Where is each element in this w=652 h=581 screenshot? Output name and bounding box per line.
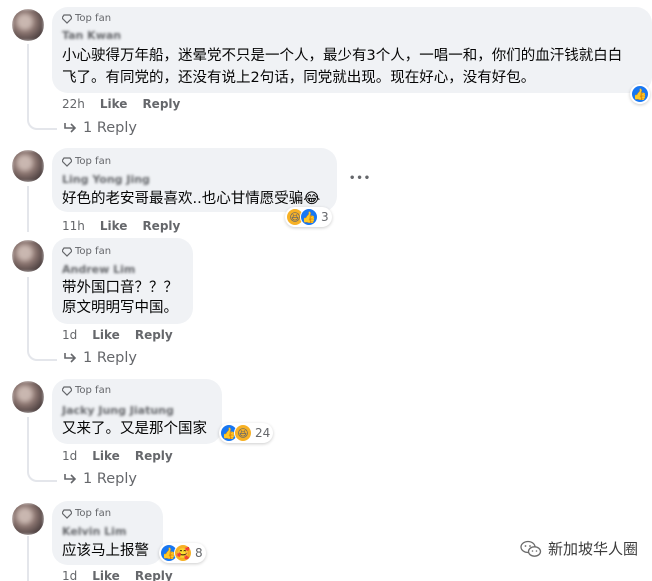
badge-label: Top fan	[75, 13, 112, 24]
commenter-name[interactable]: Tan Kwan	[62, 29, 121, 42]
reaction-count: 8	[195, 546, 203, 560]
watermark-text: 新加坡华人圈	[547, 540, 638, 558]
thread-line	[27, 186, 29, 232]
reaction-summary[interactable]: 👍	[630, 84, 650, 104]
reply-button[interactable]: Reply	[135, 569, 173, 581]
reply-button[interactable]: Reply	[135, 328, 173, 342]
top-fan-badge: Top fan	[62, 508, 111, 519]
avatar[interactable]	[12, 503, 44, 535]
top-fan-badge: Top fan	[62, 385, 111, 396]
avatar[interactable]	[12, 240, 44, 272]
comment-time[interactable]: 1d	[62, 449, 77, 463]
haha-reaction-icon: 😆	[234, 424, 252, 442]
like-button[interactable]: Like	[100, 219, 128, 233]
commenter-name[interactable]: Jacky Jung Jiatung	[62, 404, 174, 417]
reply-button[interactable]: Reply	[142, 219, 180, 233]
comment-time[interactable]: 1d	[62, 328, 77, 342]
comment-bubble: Top fan Jacky Jung Jiatung 又来了。又是那个国家	[52, 379, 222, 444]
comment-text-line: 原文明明写中国。	[62, 300, 178, 316]
comment-time[interactable]: 11h	[62, 219, 85, 233]
comment-text-line: 带外国口音？？？	[62, 280, 178, 296]
comment-bubble: Top fan Kelvin Lim 应该马上报警	[52, 501, 163, 565]
badge-label: Top fan	[75, 508, 112, 519]
like-reaction-icon: 👍	[631, 85, 649, 103]
badge-label: Top fan	[75, 385, 112, 396]
comment-meta: 1d Like Reply	[62, 449, 173, 463]
comment-time[interactable]: 1d	[62, 569, 77, 581]
like-reaction-icon: 👍	[300, 208, 318, 226]
top-fan-diamond-icon	[62, 508, 72, 519]
commenter-name[interactable]: Andrew Lim	[62, 263, 135, 276]
wechat-icon	[520, 540, 542, 557]
commenter-name[interactable]: Ling Yong Jing	[62, 173, 150, 186]
top-fan-diamond-icon	[62, 385, 72, 396]
care-reaction-icon: 🥰	[174, 544, 192, 562]
comment-text-line: 又来了。又是那个国家	[62, 421, 207, 437]
badge-label: Top fan	[75, 156, 112, 167]
replies-count: 1 Reply	[83, 471, 137, 487]
avatar[interactable]	[12, 381, 44, 413]
view-replies-button[interactable]: 1 Reply	[63, 471, 137, 487]
commenter-name[interactable]: Kelvin Lim	[62, 525, 126, 538]
comment-meta: 22h Like Reply	[62, 97, 180, 111]
watermark: 新加坡华人圈	[520, 538, 638, 559]
comment-bubble: Top fan Tan Kwan 小心驶得万年船，迷晕党不只是一个人，最少有3个…	[52, 7, 652, 93]
comment-meta: 1d Like Reply	[62, 569, 173, 581]
reaction-count: 24	[255, 426, 271, 440]
more-options-icon[interactable]: •••	[349, 173, 371, 184]
comment-meta: 11h Like Reply	[62, 219, 180, 233]
top-fan-diamond-icon	[62, 246, 72, 257]
comment-text-line: 飞了。有同党的，还没有说上2句话，同党就出现。现在好心，没有好包。	[62, 70, 536, 86]
like-button[interactable]: Like	[92, 449, 120, 463]
reaction-summary[interactable]: 😆 👍 3	[285, 207, 332, 227]
like-button[interactable]: Like	[92, 569, 120, 581]
reply-button[interactable]: Reply	[142, 97, 180, 111]
badge-label: Top fan	[75, 246, 112, 257]
comment-time[interactable]: 22h	[62, 97, 85, 111]
comment-bubble: Top fan Ling Yong Jing 好色的老安哥最喜欢..也心甘情愿受…	[52, 148, 337, 212]
replies-count: 1 Reply	[83, 120, 137, 136]
comment-text-line: 应该马上报警	[62, 543, 149, 559]
comment-text-line: 好色的老安哥最喜欢..也心甘情愿受骗😂	[62, 191, 321, 207]
reaction-count: 3	[321, 210, 329, 224]
reply-arrow-icon	[64, 353, 77, 363]
reply-arrow-icon	[64, 123, 77, 133]
avatar[interactable]	[12, 9, 44, 41]
reaction-summary[interactable]: 👍 😆 24	[219, 423, 274, 443]
top-fan-diamond-icon	[62, 13, 72, 24]
reply-arrow-icon	[64, 474, 77, 484]
reaction-summary[interactable]: 👍 🥰 8	[159, 543, 206, 563]
top-fan-badge: Top fan	[62, 246, 111, 257]
comment-text-line: 小心驶得万年船，迷晕党不只是一个人，最少有3个人，一唱一和，你们的血汗钱就白白	[62, 48, 623, 64]
top-fan-diamond-icon	[62, 156, 72, 167]
comment-meta: 1d Like Reply	[62, 328, 173, 342]
top-fan-badge: Top fan	[62, 156, 111, 167]
like-button[interactable]: Like	[100, 97, 128, 111]
thread-line	[27, 536, 29, 581]
view-replies-button[interactable]: 1 Reply	[63, 120, 137, 136]
like-button[interactable]: Like	[92, 328, 120, 342]
top-fan-badge: Top fan	[62, 13, 111, 24]
avatar[interactable]	[12, 150, 44, 182]
comment-bubble: Top fan Andrew Lim 带外国口音？？？ 原文明明写中国。	[52, 238, 193, 324]
reply-button[interactable]: Reply	[135, 449, 173, 463]
view-replies-button[interactable]: 1 Reply	[63, 350, 137, 366]
replies-count: 1 Reply	[83, 350, 137, 366]
